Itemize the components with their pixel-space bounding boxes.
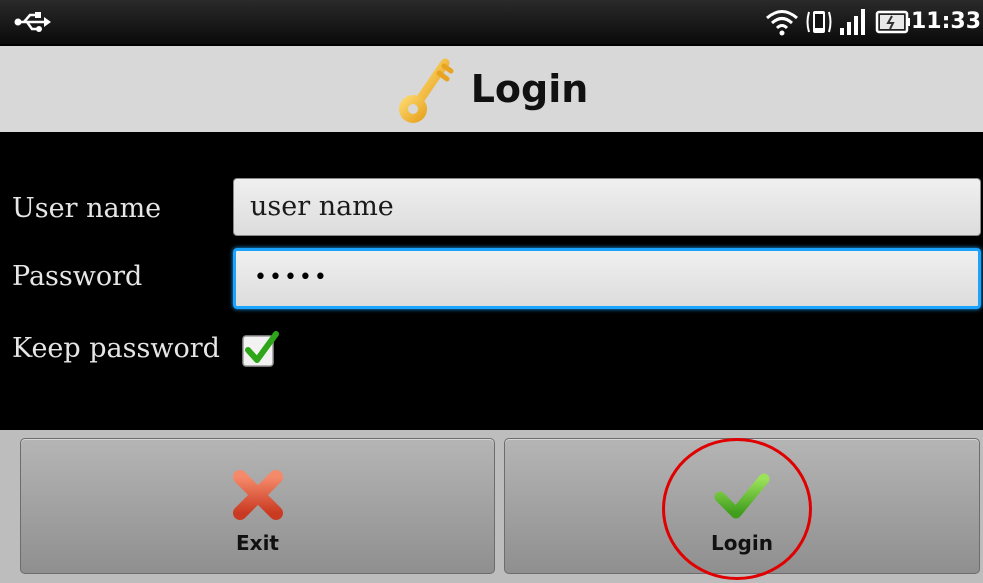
- status-bar: 11:33: [0, 0, 983, 46]
- wifi-icon: [766, 10, 798, 36]
- page-title: Login: [470, 67, 589, 111]
- phone-signal-icon: [806, 11, 832, 33]
- password-label: Password: [12, 261, 143, 292]
- signal-bars-icon: [840, 9, 865, 35]
- battery-icon: [875, 10, 910, 34]
- close-icon: [232, 470, 283, 520]
- exit-button-label: Exit: [236, 531, 279, 555]
- login-screen: 11:33 Login User name user name Password…: [0, 0, 983, 583]
- check-icon: [714, 473, 770, 519]
- status-icons: [765, 6, 911, 38]
- login-button[interactable]: Login: [504, 438, 980, 574]
- username-value: user name: [250, 191, 394, 222]
- keep-password-label: Keep password: [12, 333, 220, 364]
- username-label: User name: [12, 193, 162, 224]
- exit-button[interactable]: Exit: [20, 438, 495, 574]
- key-icon: [398, 58, 454, 123]
- username-input[interactable]: user name: [233, 178, 981, 236]
- title-bar: Login: [0, 46, 983, 132]
- login-button-label: Login: [711, 531, 773, 555]
- keep-password-checkbox[interactable]: [240, 330, 280, 370]
- password-dots: •••••: [254, 265, 329, 290]
- password-input[interactable]: •••••: [233, 248, 981, 309]
- usb-icon: [14, 12, 51, 32]
- status-time: 11:33: [910, 9, 981, 34]
